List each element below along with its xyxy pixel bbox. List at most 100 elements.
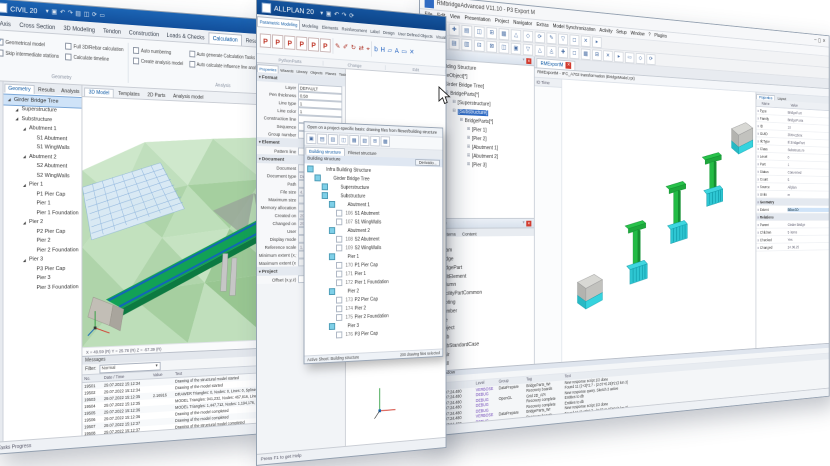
expander-icon[interactable] (467, 145, 470, 150)
ribbon-checkbox[interactable]: Calculate timeline (65, 51, 123, 65)
tool-icon[interactable]: H (381, 46, 386, 54)
dialog-tool-icon[interactable]: ▤ (317, 134, 327, 145)
pin-icon[interactable]: ▾ (523, 221, 525, 226)
dialog-tool-icon[interactable]: ▣ (306, 133, 316, 144)
vertical-tab[interactable]: Properties (0, 91, 1, 114)
ribbon-checkbox[interactable]: Create analysis model (133, 56, 183, 69)
toolbar-icon[interactable]: ⊞ (486, 26, 497, 39)
toolbar-icon[interactable]: ✚ (558, 46, 568, 58)
expander-icon[interactable] (452, 100, 455, 105)
quick-access-icon[interactable]: ▾ (320, 8, 323, 16)
tree-item[interactable]: 107 S1 WingWalls (304, 217, 442, 226)
tool-icon[interactable]: ⇄ (359, 44, 364, 53)
ribbon-tab[interactable]: Tendon (99, 26, 124, 38)
quick-access-icon[interactable]: ▭ (99, 11, 104, 19)
toolbar-icon[interactable]: ▦ (499, 28, 509, 40)
quick-access-icon[interactable]: ▤ (75, 9, 81, 17)
ribbon-tab[interactable]: Axis (0, 18, 15, 30)
tool-icon[interactable]: ↻ (351, 43, 356, 52)
dialog-tool-icon[interactable]: ◫ (339, 134, 349, 145)
quick-access-icon[interactable]: ↷ (68, 9, 73, 17)
pythonpart-icon[interactable]: P (320, 38, 331, 52)
tree-item[interactable]: Pier 1 Foundation (3, 208, 81, 218)
pythonpart-icon[interactable]: P (308, 37, 319, 52)
menu-item[interactable]: Activity (599, 28, 612, 35)
menu-item[interactable]: Project (495, 18, 509, 25)
toolbar-icon[interactable]: ◇ (523, 30, 533, 42)
toolbar-icon[interactable]: ▽ (523, 43, 533, 55)
tool-icon[interactable]: ▭ (401, 48, 407, 56)
tool-icon[interactable]: b (374, 45, 378, 53)
menu-item[interactable]: Plugins (654, 33, 667, 40)
toolbar-icon[interactable]: ▸ (614, 51, 623, 63)
expander-icon[interactable] (467, 153, 470, 158)
toolbar-icon[interactable]: ▣ (511, 42, 521, 54)
toolbar-icon[interactable]: ◻ (570, 47, 580, 59)
toolbar-icon[interactable]: ◬ (546, 45, 556, 57)
toolbar-icon[interactable]: △ (535, 44, 545, 56)
ribbon-tab[interactable]: Calculation (209, 32, 242, 45)
dialog-tool-icon[interactable]: ▦ (349, 135, 359, 146)
derivations-button[interactable]: Derivatio... (416, 159, 440, 166)
expander-icon[interactable] (460, 118, 463, 123)
toolbar-icon[interactable]: ▤ (449, 37, 460, 50)
expander-icon[interactable] (467, 162, 470, 167)
tool-icon[interactable]: ⌖ (366, 44, 369, 53)
toolbar-icon[interactable]: ✎ (546, 32, 556, 44)
viewport-tab[interactable]: 3D Model (84, 87, 114, 97)
quick-access-icon[interactable]: ▾ (46, 7, 49, 15)
tree-item[interactable]: Pier 2 (3, 218, 81, 227)
ribbon-tab[interactable]: Elements (320, 23, 340, 33)
quick-access-icon[interactable]: ↶ (334, 10, 339, 18)
menu-item[interactable]: Extras (536, 22, 548, 29)
window-controls[interactable]: ─ ▢ ✕ (814, 37, 825, 44)
menu-item[interactable]: Setup (616, 29, 627, 35)
expander-icon[interactable] (22, 220, 28, 225)
toolbar-icon[interactable]: ◫ (499, 41, 509, 53)
quick-access-icon[interactable]: ◫ (84, 10, 90, 18)
dialog-tool-icon[interactable]: ▩ (381, 136, 390, 147)
toolbar-icon[interactable]: ▥ (461, 38, 472, 51)
menu-item[interactable]: ? (648, 32, 650, 38)
property-row[interactable]: Extent BBox3D (756, 206, 828, 214)
menu-item[interactable]: View (450, 14, 460, 21)
toolbar-icon[interactable]: ◇ (636, 52, 645, 64)
toolbar-icon[interactable]: ⊟ (474, 39, 485, 52)
property-row[interactable]: Changed 24.06.25 (756, 243, 828, 252)
pythonpart-icon[interactable]: P (272, 34, 283, 49)
menu-item[interactable]: Navigator (513, 20, 532, 27)
dialog-tool-icon[interactable]: ▧ (360, 135, 370, 146)
dialog-tool-icon[interactable]: ▥ (328, 134, 338, 145)
toolbar-icon[interactable]: ⊠ (486, 40, 497, 52)
expander-icon[interactable] (22, 257, 28, 262)
vertical-tab[interactable]: Objects (0, 130, 1, 147)
pythonpart-icon[interactable]: P (260, 33, 271, 48)
tree-item[interactable]: Pier 1 (3, 199, 81, 209)
expander-icon[interactable] (6, 97, 12, 102)
expander-icon[interactable] (22, 154, 28, 159)
toolbar-icon[interactable]: ⟳ (535, 31, 545, 43)
tree-item[interactable]: Pier 2 (3, 236, 81, 246)
expander-icon[interactable] (14, 116, 20, 121)
quick-access-icon[interactable]: ▣ (52, 7, 58, 15)
tree-item[interactable]: Abutment 2 (304, 226, 442, 235)
toolbar-icon[interactable]: ▦ (581, 48, 591, 60)
toolbar-icon[interactable]: ⟳ (646, 53, 655, 64)
menu-item[interactable]: Presentation (465, 15, 491, 23)
ribbon-tab[interactable]: Label (369, 27, 382, 37)
quick-access-icon[interactable]: ↷ (342, 10, 347, 18)
tool-icon[interactable]: ▱ (388, 46, 393, 54)
tool-icon[interactable]: ✐ (343, 42, 348, 51)
quick-access-icon[interactable]: ▣ (326, 9, 332, 17)
ribbon-tab[interactable]: Modeling (300, 21, 320, 32)
quick-access-icon[interactable]: ↶ (60, 8, 65, 16)
close-icon[interactable]: ✕ (526, 220, 531, 226)
expander-icon[interactable] (467, 127, 470, 132)
close-icon[interactable]: ✕ (566, 62, 572, 69)
ribbon-tab[interactable]: Design (381, 28, 396, 38)
toolbar-icon[interactable]: ◫ (474, 25, 485, 38)
toolbar-icon[interactable]: ▭ (625, 52, 634, 64)
tool-icon[interactable]: A (395, 47, 399, 55)
viewport-tab[interactable]: Templates (115, 90, 143, 99)
expander-icon[interactable] (22, 182, 28, 187)
